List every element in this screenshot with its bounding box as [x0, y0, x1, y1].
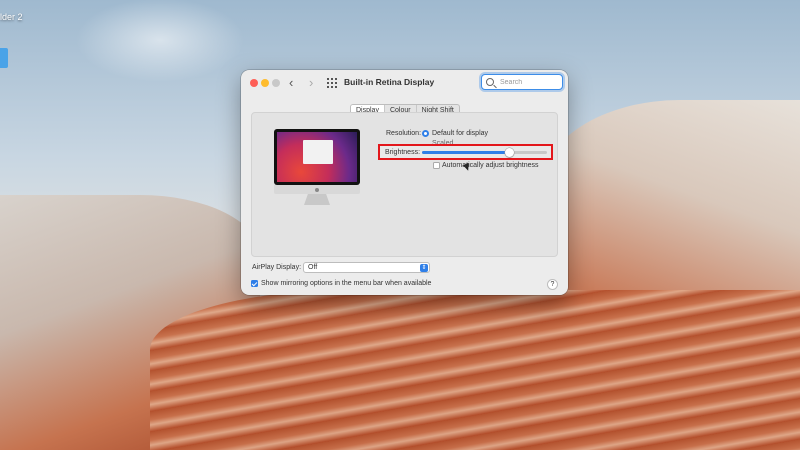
forward-chevron-icon[interactable]: ›	[309, 75, 313, 90]
airplay-display-label: AirPlay Display:	[252, 264, 302, 271]
display-settings-panel: Resolution: Default for display Scaled B…	[251, 112, 558, 257]
desktop-folder-icon[interactable]	[0, 48, 8, 68]
apple-logo-icon	[315, 187, 319, 192]
imac-screen	[274, 129, 360, 185]
mirroring-options-label[interactable]: Show mirroring options in the menu bar w…	[261, 280, 431, 287]
auto-brightness-label[interactable]: Automatically adjust brightness	[442, 162, 539, 169]
brightness-label: Brightness:	[385, 149, 421, 156]
desktop-folder-label[interactable]: lder 2	[0, 12, 23, 22]
display-preferences-window: ‹ › Built-in Retina Display Display Colo…	[241, 70, 568, 295]
updown-arrows-icon: ⇕	[420, 264, 428, 272]
auto-brightness-checkbox[interactable]	[433, 162, 440, 169]
resolution-default-label[interactable]: Default for display	[432, 130, 488, 137]
back-chevron-icon[interactable]: ‹	[289, 75, 293, 90]
imac-illustration	[274, 129, 360, 209]
window-titlebar[interactable]: ‹ › Built-in Retina Display	[241, 70, 568, 98]
mirroring-options-checkbox[interactable]	[251, 280, 258, 287]
airplay-selected-value: Off	[308, 264, 318, 271]
search-field[interactable]	[481, 74, 563, 90]
minimize-window-button[interactable]	[261, 79, 269, 87]
brightness-slider-fill	[422, 151, 510, 154]
brightness-slider-thumb[interactable]	[505, 148, 514, 157]
airplay-display-select[interactable]: Off ⇕	[303, 262, 430, 273]
window-title: Built-in Retina Display	[344, 77, 435, 87]
close-window-button[interactable]	[250, 79, 258, 87]
resolution-default-radio[interactable]	[422, 130, 429, 137]
help-button[interactable]: ?	[547, 279, 558, 290]
zoom-window-button[interactable]	[272, 79, 280, 87]
show-all-grid-icon[interactable]	[327, 78, 337, 88]
resolution-label: Resolution:	[386, 130, 422, 137]
wallpaper-rock-bottom	[150, 290, 800, 450]
brightness-slider[interactable]	[422, 148, 547, 157]
search-input[interactable]	[500, 78, 560, 86]
search-icon	[486, 78, 494, 86]
